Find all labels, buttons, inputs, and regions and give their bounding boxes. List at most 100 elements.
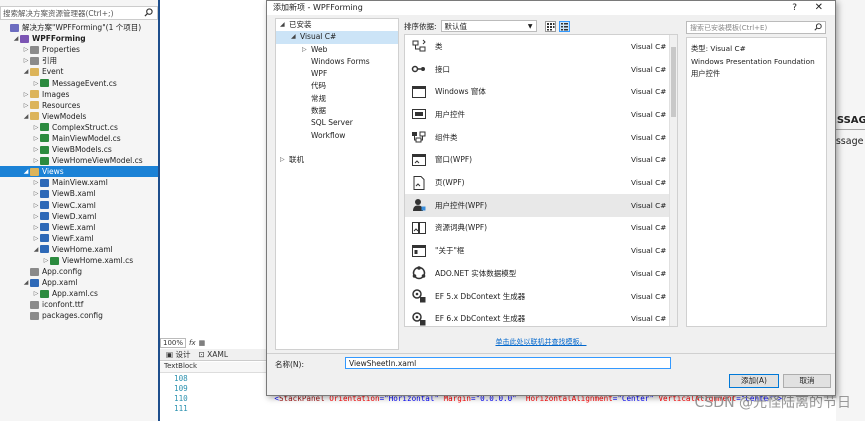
template-name: 窗口(WPF) xyxy=(435,155,473,165)
tree-item[interactable]: ▷ MainView.xaml xyxy=(0,177,158,188)
category-item[interactable]: ◢ 已安装 xyxy=(276,19,398,31)
grid-icon[interactable]: ▦ xyxy=(199,339,206,347)
category-item[interactable]: 数据 xyxy=(276,105,398,117)
tree-item[interactable]: ▷ ViewD.xaml xyxy=(0,211,158,222)
tree-item[interactable]: ▷ ViewF.xaml xyxy=(0,233,158,244)
template-item[interactable]: "关于"框 Visual C# xyxy=(405,239,677,262)
tree-item[interactable]: packages.config xyxy=(0,310,158,321)
expand-arrow-icon[interactable]: ▷ xyxy=(22,100,30,111)
tree-item[interactable]: ◢ ViewModels xyxy=(0,111,158,122)
close-button[interactable]: ✕ xyxy=(815,1,823,15)
template-item[interactable]: EF 5.x DbContext 生成器 Visual C# xyxy=(405,285,677,308)
category-item[interactable]: ▷ 联机 xyxy=(276,154,398,166)
expand-arrow-icon[interactable]: ▷ xyxy=(32,211,40,222)
expand-arrow-icon[interactable]: ▷ xyxy=(22,89,30,100)
tree-item[interactable]: ▷ ViewB.xaml xyxy=(0,188,158,199)
tree-item[interactable]: ▷ Resources xyxy=(0,100,158,111)
collapse-arrow-icon[interactable]: ◢ xyxy=(280,19,285,31)
template-search-input[interactable]: 搜索已安装模板(Ctrl+E) xyxy=(686,21,826,34)
tree-item[interactable]: ▷ ViewE.xaml xyxy=(0,222,158,233)
category-item[interactable]: SQL Server xyxy=(276,117,398,129)
template-item[interactable]: ADO.NET 实体数据模型 Visual C# xyxy=(405,262,677,285)
tree-item[interactable]: ◢ App.xaml xyxy=(0,277,158,288)
tree-item[interactable]: 解决方案"WPFForming"(1 个项目) xyxy=(0,22,158,33)
help-button[interactable]: ? xyxy=(792,1,797,15)
tree-item[interactable]: App.config xyxy=(0,266,158,277)
tree-item[interactable]: ▷ ViewHomeViewModel.cs xyxy=(0,155,158,166)
category-item[interactable]: 常规 xyxy=(276,93,398,105)
tree-item[interactable]: ▷ ViewHome.xaml.cs xyxy=(0,255,158,266)
solution-search-input[interactable]: 搜索解决方案资源管理器(Ctrl+;) xyxy=(0,6,158,20)
collapse-arrow-icon[interactable]: ◢ xyxy=(22,277,30,288)
template-item[interactable]: Windows 窗体 Visual C# xyxy=(405,80,677,103)
template-item[interactable]: EF 6.x DbContext 生成器 Visual C# xyxy=(405,307,677,326)
expand-arrow-icon[interactable]: ▷ xyxy=(22,44,30,55)
scrollbar-thumb[interactable] xyxy=(671,47,676,117)
expand-arrow-icon[interactable]: ▷ xyxy=(22,55,30,66)
template-scrollbar[interactable] xyxy=(669,35,677,326)
tree-item[interactable]: ▷ Properties xyxy=(0,44,158,55)
template-item[interactable]: 用户控件 Visual C# xyxy=(405,103,677,126)
expand-arrow-icon[interactable]: ▷ xyxy=(32,177,40,188)
fx-icon[interactable]: fx xyxy=(189,339,196,347)
tree-item[interactable]: ◢ Event xyxy=(0,66,158,77)
breadcrumb[interactable]: TextBlock xyxy=(160,362,270,373)
category-item[interactable]: 代码 xyxy=(276,80,398,92)
tree-item[interactable]: ▷ MainViewModel.cs xyxy=(0,133,158,144)
category-item[interactable]: ▷ Web xyxy=(276,44,398,56)
expand-arrow-icon[interactable]: ▷ xyxy=(32,222,40,233)
template-item[interactable]: 窗口(WPF) Visual C# xyxy=(405,149,677,172)
collapse-arrow-icon[interactable]: ◢ xyxy=(22,111,30,122)
collapse-arrow-icon[interactable]: ◢ xyxy=(12,33,20,44)
tree-item[interactable]: ▷ ViewBModels.cs xyxy=(0,144,158,155)
category-item[interactable]: ◢ Visual C# xyxy=(276,31,398,44)
expand-arrow-icon[interactable]: ▷ xyxy=(32,233,40,244)
tab-design[interactable]: ▣ 设计 xyxy=(166,349,190,360)
tree-item[interactable]: ◢ WPFForming xyxy=(0,33,158,44)
expand-arrow-icon[interactable]: ▷ xyxy=(32,144,40,155)
collapse-arrow-icon[interactable]: ◢ xyxy=(32,244,40,255)
expand-arrow-icon[interactable]: ▷ xyxy=(302,44,307,56)
template-item[interactable]: 接口 Visual C# xyxy=(405,58,677,81)
expand-arrow-icon[interactable]: ▷ xyxy=(32,188,40,199)
template-item[interactable]: 类 Visual C# xyxy=(405,35,677,58)
tree-item[interactable]: ▷ App.xaml.cs xyxy=(0,288,158,299)
add-button[interactable]: 添加(A) xyxy=(729,374,779,388)
tree-item[interactable]: ▷ Images xyxy=(0,89,158,100)
zoom-select[interactable]: 100% xyxy=(160,337,187,348)
collapse-arrow-icon[interactable]: ◢ xyxy=(291,31,296,43)
tree-item[interactable]: ▷ ComplexStruct.cs xyxy=(0,122,158,133)
template-item[interactable]: 资源词典(WPF) Visual C# xyxy=(405,217,677,240)
tree-item[interactable]: ▷ MessageEvent.cs xyxy=(0,77,158,88)
expand-arrow-icon[interactable]: ▷ xyxy=(280,154,285,166)
search-icon[interactable] xyxy=(814,23,822,31)
online-templates-link[interactable]: 单击此处以联机并查找模板。 xyxy=(404,337,678,347)
tree-item[interactable]: ◢ ViewHome.xaml xyxy=(0,244,158,255)
name-input[interactable]: ViewSheetIn.xaml xyxy=(345,357,671,369)
category-item[interactable]: WPF xyxy=(276,68,398,80)
expand-arrow-icon[interactable]: ▷ xyxy=(32,133,40,144)
cancel-button[interactable]: 取消 xyxy=(783,374,831,388)
expand-arrow-icon[interactable]: ▷ xyxy=(32,200,40,211)
list-view-button[interactable] xyxy=(558,20,570,32)
search-icon[interactable] xyxy=(144,8,153,17)
expand-arrow-icon[interactable]: ▷ xyxy=(32,122,40,133)
expand-arrow-icon[interactable]: ▷ xyxy=(32,288,40,299)
tree-item[interactable]: iconfont.ttf xyxy=(0,299,158,310)
expand-arrow-icon[interactable]: ▷ xyxy=(32,155,40,166)
tree-item[interactable]: ▷ ViewC.xaml xyxy=(0,200,158,211)
sort-select[interactable]: 默认值 ▼ xyxy=(440,20,537,32)
template-item[interactable]: 组件类 Visual C# xyxy=(405,126,677,149)
category-item[interactable]: Windows Forms xyxy=(276,56,398,68)
grid-view-button[interactable] xyxy=(544,20,556,32)
template-item[interactable]: 页(WPF) Visual C# xyxy=(405,171,677,194)
collapse-arrow-icon[interactable]: ◢ xyxy=(22,166,30,177)
template-item[interactable]: 用户控件(WPF) Visual C# xyxy=(405,193,677,217)
tab-xaml[interactable]: ⊡ XAML xyxy=(198,350,228,359)
tree-item[interactable]: ▷ 引用 xyxy=(0,55,158,66)
collapse-arrow-icon[interactable]: ◢ xyxy=(22,66,30,77)
tree-item[interactable]: ◢ Views xyxy=(0,166,158,178)
category-item[interactable]: Workflow xyxy=(276,130,398,142)
expand-arrow-icon[interactable]: ▷ xyxy=(32,78,40,89)
expand-arrow-icon[interactable]: ▷ xyxy=(42,255,50,266)
